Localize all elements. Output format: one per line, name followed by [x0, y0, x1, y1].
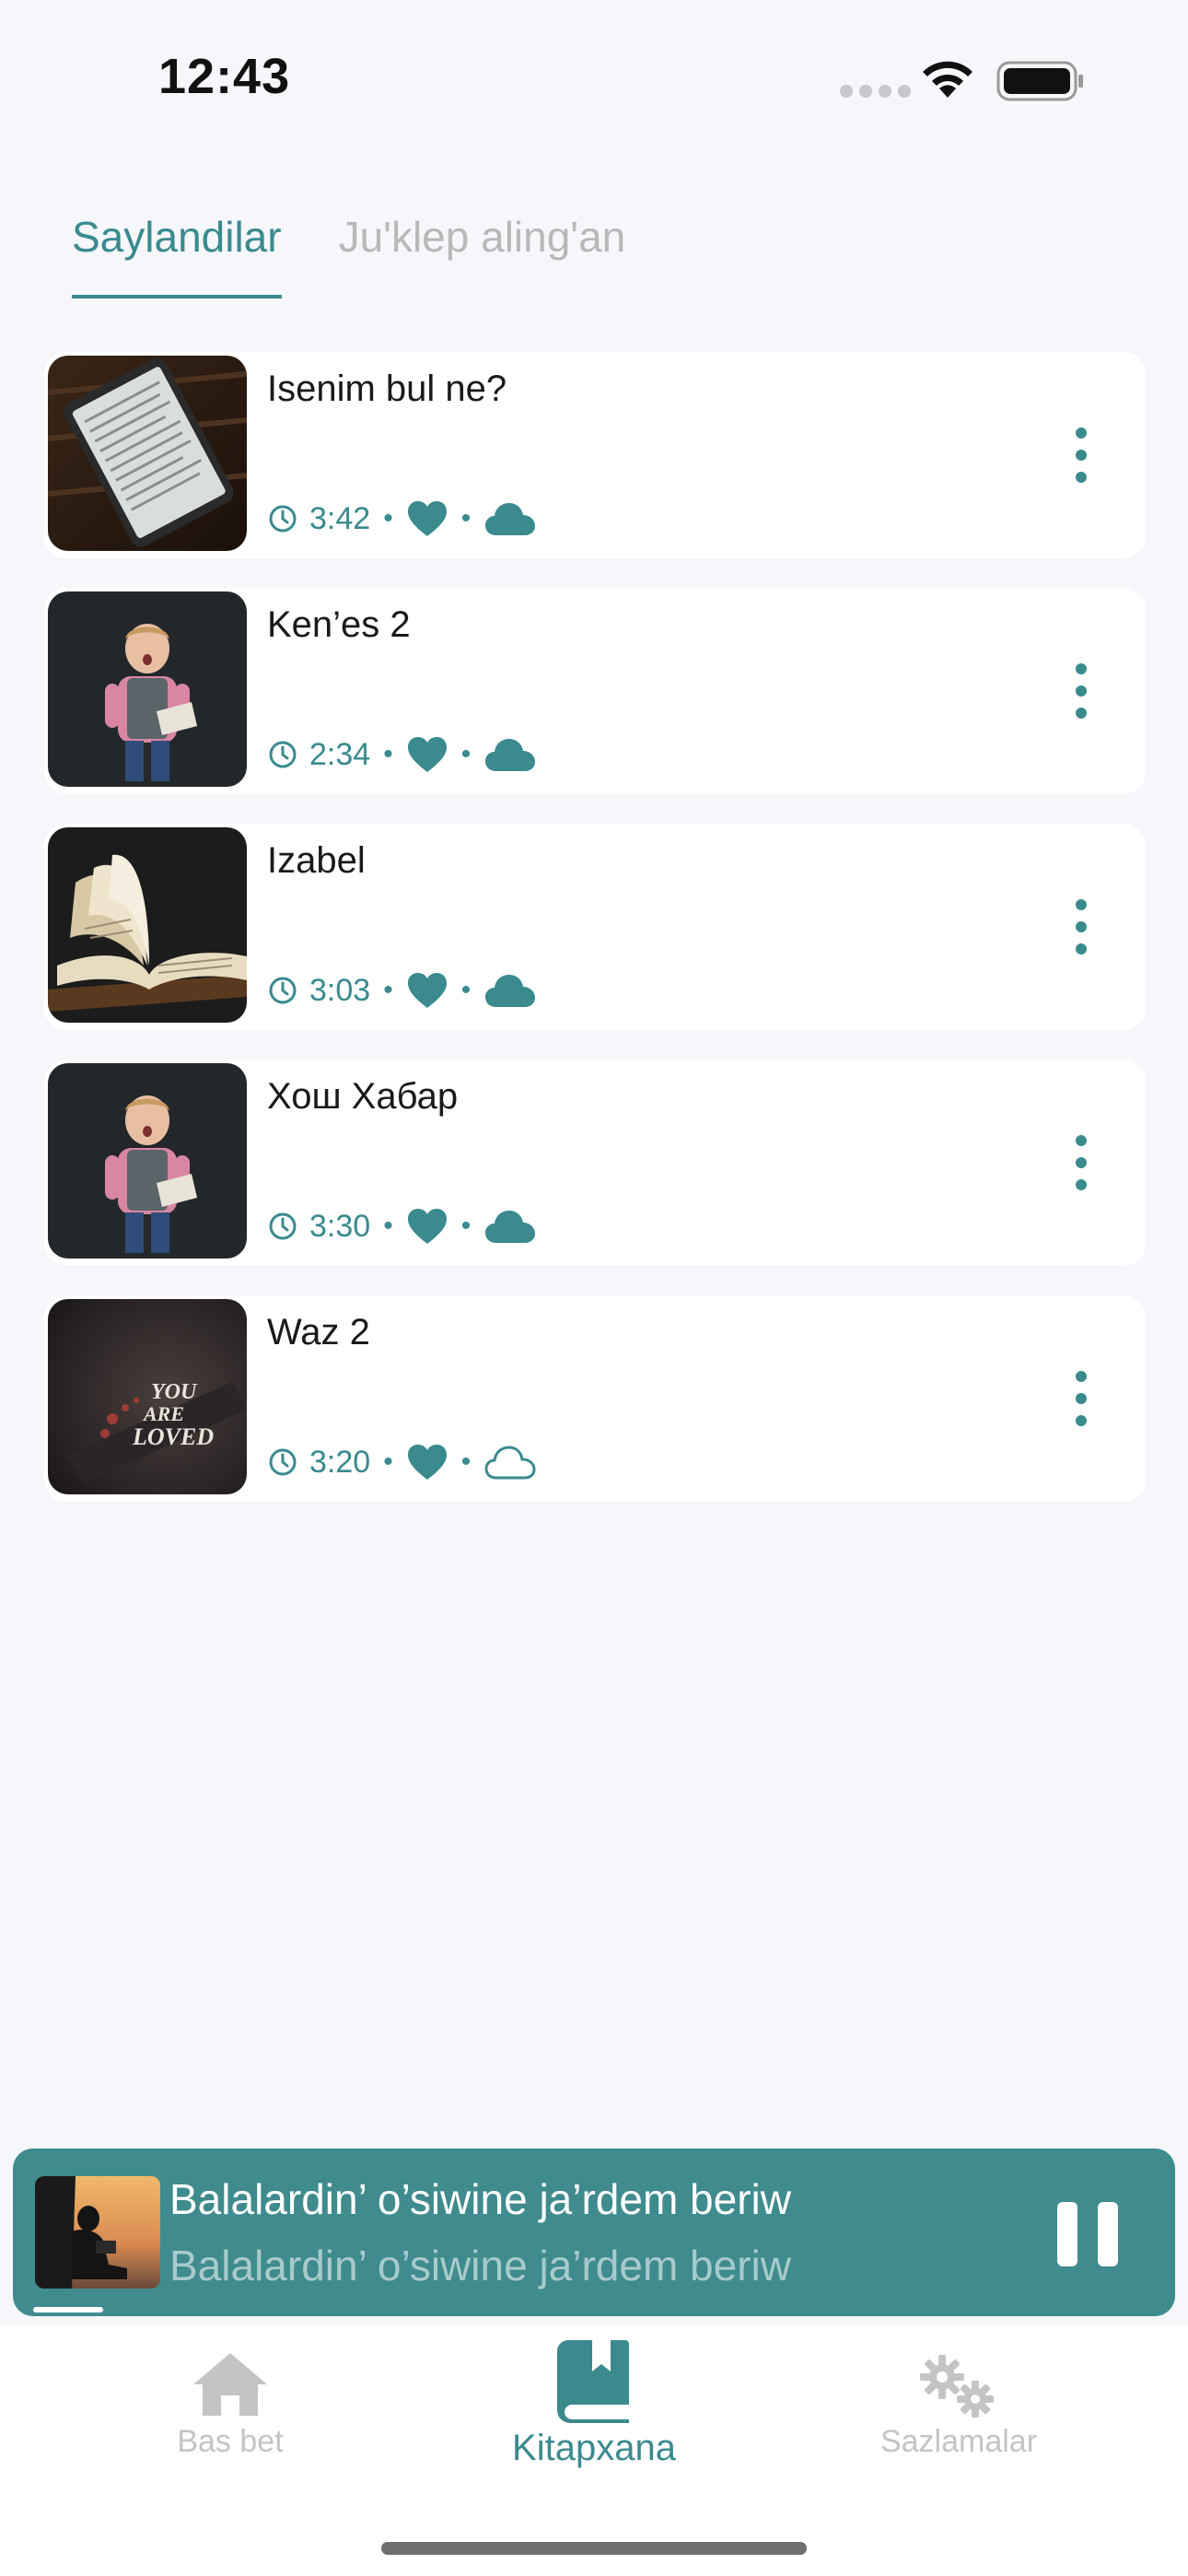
nav-item-home[interactable]: Bas bet [138, 2349, 322, 2460]
item-title: Waz 2 [267, 1312, 370, 1352]
thumbnail-image [48, 1063, 247, 1259]
bottom-nav: Bas bet Kitapxana Sazlamalar [0, 2325, 1188, 2576]
player-progress-bar[interactable] [13, 2307, 1175, 2316]
item-duration: 3:20 [309, 1444, 371, 1480]
more-options-icon[interactable] [1070, 1135, 1092, 1190]
item-title: Izabel [267, 840, 366, 881]
thumbnail-image [48, 356, 247, 551]
clock-icon [269, 1212, 297, 1240]
item-title: Isenim bul ne? [267, 369, 507, 409]
clock-icon [269, 1448, 297, 1476]
clock-icon [269, 505, 297, 533]
item-duration: 3:42 [309, 500, 371, 536]
heart-icon[interactable] [406, 499, 448, 538]
cloud-downloaded-icon [485, 739, 536, 771]
svg-text:LOVED: LOVED [132, 1423, 214, 1450]
more-options-icon[interactable] [1070, 427, 1092, 483]
svg-text:YOU: YOU [151, 1380, 198, 1404]
battery-icon [996, 61, 1083, 101]
status-time: 12:43 [158, 49, 291, 104]
list-item[interactable]: YOU ARE LOVED Waz 2 3:20 • • [44, 1295, 1146, 1502]
player-progress-fill [33, 2307, 103, 2313]
clock-icon [269, 977, 297, 1004]
list-item[interactable]: Izabel 3:03 • • [44, 824, 1146, 1030]
item-meta: 2:34 • • [267, 733, 537, 776]
home-indicator[interactable] [381, 2542, 807, 2555]
item-meta: 3:42 • • [267, 498, 537, 540]
nav-item-settings[interactable]: Sazlamalar [866, 2353, 1052, 2460]
nav-label-library: Kitapxana [512, 2428, 676, 2468]
heart-icon[interactable] [406, 735, 448, 774]
item-duration: 2:34 [309, 736, 371, 772]
nav-label-home: Bas bet [177, 2424, 284, 2459]
library-tabs: Saylandilar Ju'klep aling'an [72, 212, 625, 299]
thumbnail-image: YOU ARE LOVED [48, 1299, 247, 1494]
cloud-downloaded-icon [485, 1211, 536, 1243]
list-item[interactable]: Isenim bul ne? 3:42 • • [44, 352, 1146, 558]
svg-text:ARE: ARE [142, 1402, 184, 1425]
player-subtitle: Balalardin’ o’siwine ja’rdem beriw [169, 2242, 791, 2289]
more-options-icon[interactable] [1070, 663, 1092, 719]
bookmark-book-icon [557, 2340, 629, 2423]
item-meta: 3:03 • • [267, 969, 537, 1012]
pause-button[interactable] [1057, 2202, 1120, 2266]
favorites-list: Isenim bul ne? 3:42 • • Ken’es 2 2:34 • … [44, 352, 1146, 1531]
list-item[interactable]: Хош Хабар 3:30 • • [44, 1060, 1146, 1266]
item-meta: 3:20 • • [267, 1441, 537, 1483]
item-meta: 3:30 • • [267, 1205, 537, 1247]
item-title: Ken’es 2 [267, 604, 411, 645]
item-duration: 3:30 [309, 1208, 371, 1244]
item-title: Хош Хабар [267, 1076, 459, 1117]
home-icon [193, 2353, 267, 2416]
list-item[interactable]: Ken’es 2 2:34 • • [44, 588, 1146, 794]
nav-item-library[interactable]: Kitapxana [492, 2338, 696, 2469]
cloud-outline-icon[interactable] [483, 1444, 537, 1481]
gears-icon [920, 2355, 994, 2418]
clock-icon [269, 741, 297, 768]
pause-icon [1057, 2202, 1077, 2266]
tab-downloaded[interactable]: Ju'klep aling'an [339, 212, 626, 299]
cellular-signal-icon [840, 85, 911, 98]
thumbnail-image [48, 591, 247, 787]
heart-icon[interactable] [406, 1443, 448, 1481]
player-artwork [35, 2176, 160, 2289]
cloud-downloaded-icon [485, 975, 536, 1007]
heart-icon[interactable] [406, 1207, 448, 1246]
cloud-downloaded-icon [485, 503, 536, 535]
player-title: Balalardin’ o’siwine ja’rdem beriw [169, 2175, 791, 2223]
more-options-icon[interactable] [1070, 1371, 1092, 1426]
item-duration: 3:03 [309, 972, 371, 1008]
tab-selected[interactable]: Saylandilar [72, 212, 282, 299]
thumbnail-image [48, 827, 247, 1023]
nav-label-settings: Sazlamalar [879, 2424, 1038, 2459]
mini-player[interactable]: Balalardin’ o’siwine ja’rdem beriw Balal… [13, 2149, 1175, 2316]
heart-icon[interactable] [406, 971, 448, 1010]
more-options-icon[interactable] [1070, 899, 1092, 954]
wifi-icon [923, 61, 973, 98]
status-bar: 12:43 [0, 0, 1188, 157]
